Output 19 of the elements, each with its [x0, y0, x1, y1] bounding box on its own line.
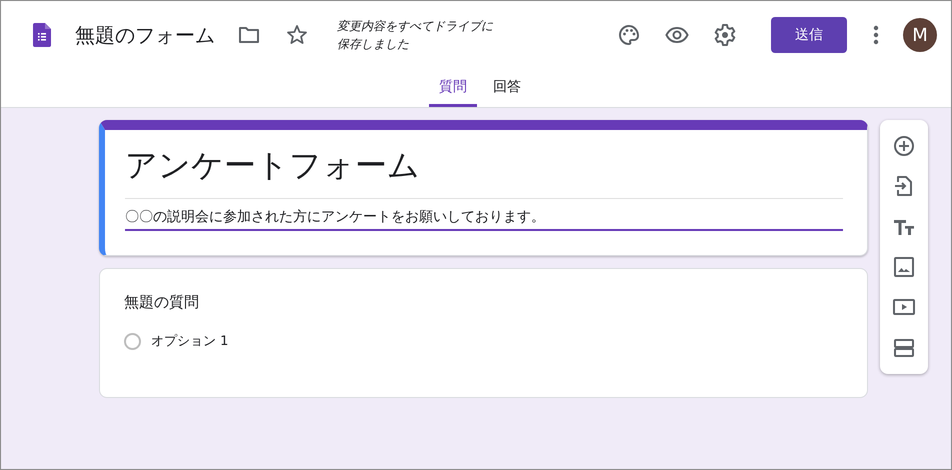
- radio-button[interactable]: [124, 332, 141, 350]
- forms-logo-icon[interactable]: [33, 23, 51, 47]
- settings-icon[interactable]: [713, 23, 737, 47]
- tab[interactable]: 回答: [483, 69, 531, 107]
- palette-icon[interactable]: [617, 23, 641, 47]
- avatar[interactable]: M: [903, 18, 937, 52]
- add-question-icon[interactable]: [892, 134, 916, 158]
- form-description[interactable]: 〇〇の説明会に参加された方にアンケートをお願いしております。: [125, 199, 843, 231]
- option-label[interactable]: オプション 1: [151, 332, 228, 350]
- save-status: 変更内容をすべてドライブに保存しました: [337, 18, 494, 53]
- tab[interactable]: 質問: [429, 69, 477, 107]
- send-button[interactable]: 送信: [771, 17, 847, 53]
- more-options-icon[interactable]: [873, 25, 879, 45]
- question-title[interactable]: 無題の質問: [124, 293, 843, 312]
- star-icon[interactable]: [285, 23, 309, 47]
- form-heading[interactable]: アンケートフォーム: [125, 144, 843, 199]
- question-card[interactable]: 無題の質問 オプション 1: [99, 268, 868, 398]
- form-title[interactable]: 無題のフォーム: [75, 22, 215, 48]
- image-icon[interactable]: [892, 255, 916, 280]
